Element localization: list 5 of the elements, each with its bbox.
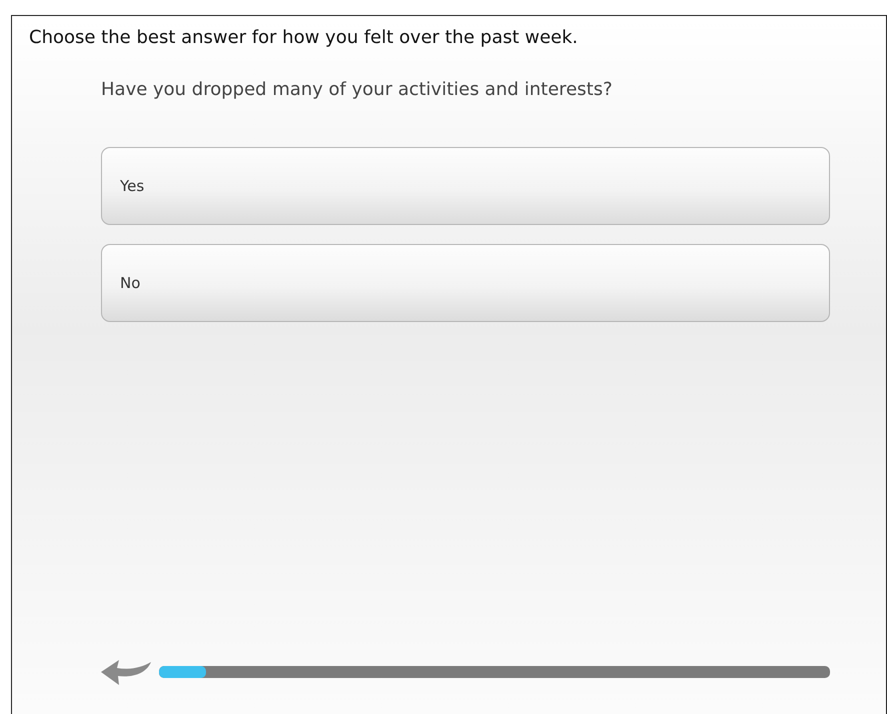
instruction-text: Choose the best answer for how you felt over the past week. xyxy=(28,26,579,48)
answer-option[interactable]: No xyxy=(101,244,830,322)
question-text: Have you dropped many of your activities and interests? xyxy=(101,79,614,100)
answer-option[interactable]: Yes xyxy=(101,147,830,225)
back-arrow-icon[interactable] xyxy=(101,658,151,686)
